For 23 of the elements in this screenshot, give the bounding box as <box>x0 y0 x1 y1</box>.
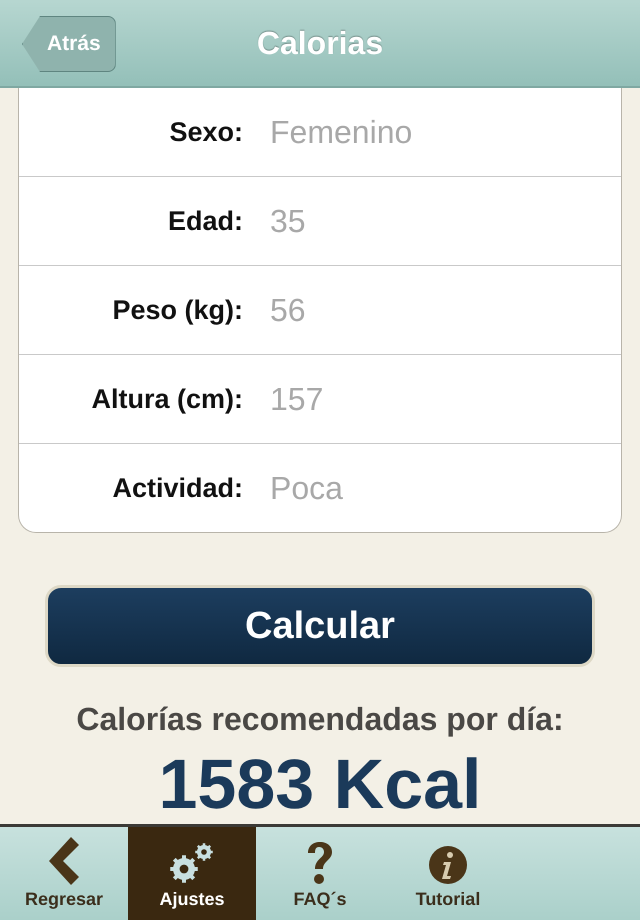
chevron-left-icon <box>49 837 79 885</box>
field-value[interactable]: Poca <box>270 470 343 506</box>
back-button[interactable]: Atrás <box>22 16 116 72</box>
tab-item[interactable]: Tutorial <box>384 827 512 920</box>
tab-item[interactable]: FAQ´s <box>256 827 384 920</box>
gears-icon <box>168 841 216 885</box>
info-icon <box>428 845 468 885</box>
field-label: Edad: <box>166 206 243 236</box>
field-value[interactable]: Femenino <box>270 114 412 150</box>
question-mark-icon <box>305 841 335 885</box>
field-value[interactable]: 35 <box>270 202 306 240</box>
field-value[interactable]: 157 <box>270 380 324 418</box>
result-value: 1583 Kcal <box>158 744 482 824</box>
field-label: Actividad: <box>111 472 243 504</box>
screen-title: Calorias <box>256 24 384 62</box>
tab-item[interactable]: Ajustes <box>128 827 256 920</box>
tab-item[interactable]: Regresar <box>0 827 128 920</box>
field-label: Sexo: <box>168 116 243 148</box>
field-label: Altura (cm): <box>90 384 243 414</box>
result-label: Calorías recomendadas por día: <box>76 701 564 738</box>
field-label: Peso (kg): <box>111 294 243 326</box>
calculate-button[interactable]: Calcular <box>45 585 595 667</box>
field-value[interactable]: 56 <box>270 292 306 328</box>
